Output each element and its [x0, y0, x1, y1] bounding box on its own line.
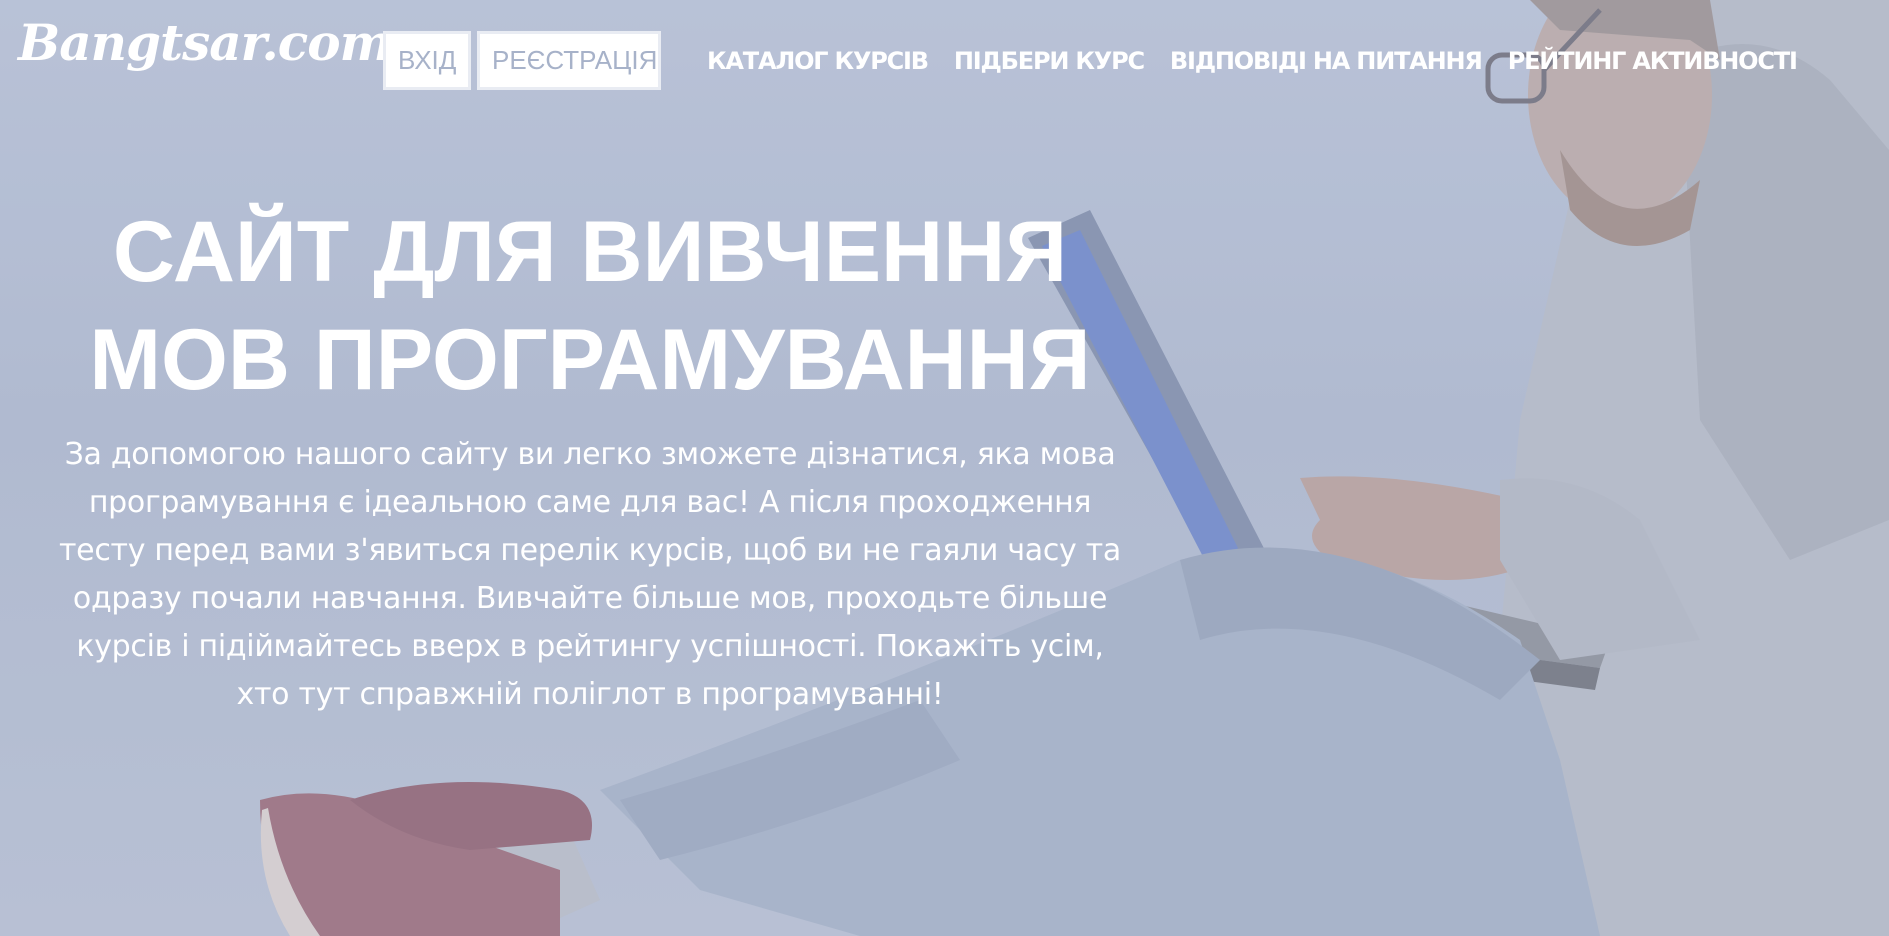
hero-description: За допомогою нашого сайту ви легко зможе…: [59, 437, 1121, 712]
nav-item-faq[interactable]: ВІДПОВІДІ НА ПИТАННЯ: [1170, 44, 1483, 78]
nav-item-choose-course[interactable]: ПІДБЕРИ КУРС: [954, 44, 1145, 78]
hero-title: САЙТ ДЛЯ ВИВЧЕННЯ МОВ ПРОГРАМУВАННЯ: [40, 198, 1140, 414]
nav-item-course-catalog[interactable]: КАТАЛОГ КУРСІВ: [707, 44, 929, 78]
main-nav: КАТАЛОГ КУРСІВ ПІДБЕРИ КУРС ВІДПОВІДІ НА…: [707, 44, 1798, 78]
login-button[interactable]: ВХІД: [383, 31, 471, 90]
site-logo[interactable]: Bangtsar.com: [18, 18, 392, 68]
hero-title-line-1: САЙТ ДЛЯ ВИВЧЕННЯ: [112, 204, 1068, 300]
register-button[interactable]: РЕЄСТРАЦІЯ: [477, 31, 661, 90]
hero-title-line-2: МОВ ПРОГРАМУВАННЯ: [89, 312, 1091, 408]
nav-item-activity-rating[interactable]: РЕЙТИНГ АКТИВНОСТІ: [1508, 44, 1798, 78]
site-header: Bangtsar.com ВХІД РЕЄСТРАЦІЯ КАТАЛОГ КУР…: [0, 0, 1889, 120]
